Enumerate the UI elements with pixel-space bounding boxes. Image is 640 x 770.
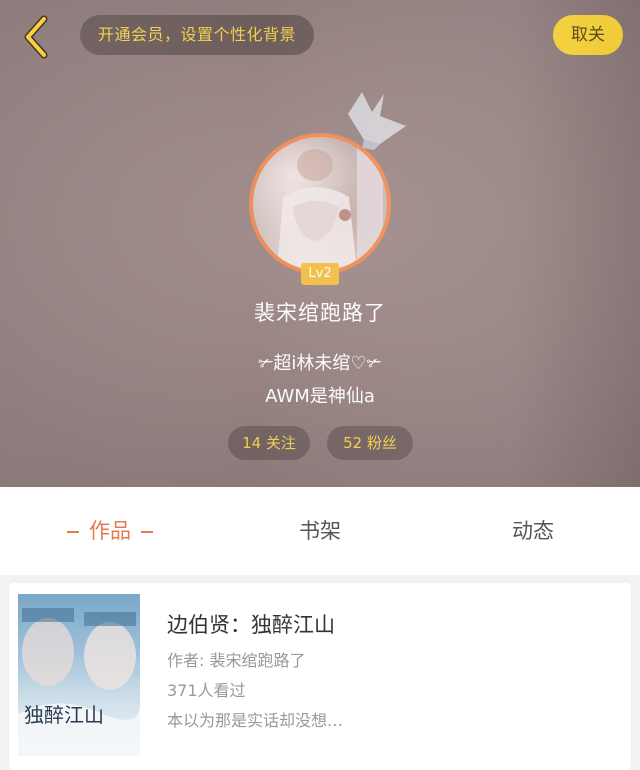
chevron-left-icon bbox=[24, 15, 48, 59]
tab-works-label: 作品 bbox=[89, 519, 131, 543]
tab-feed[interactable]: 动态 bbox=[478, 487, 588, 575]
tab-bookshelf[interactable]: 书架 bbox=[265, 487, 375, 575]
unfollow-button[interactable]: 取关 bbox=[553, 15, 623, 55]
book-cover-title: 独醉江山 bbox=[24, 703, 104, 727]
book-views: 371人看过 bbox=[167, 681, 246, 700]
tab-indicator-right bbox=[141, 531, 153, 533]
level-badge: Lv2 bbox=[301, 263, 339, 285]
book-author: 作者: 裴宋绾跑路了 bbox=[167, 651, 306, 670]
book-cover[interactable]: 独醉江山 bbox=[18, 594, 140, 756]
avatar-container[interactable] bbox=[249, 133, 393, 277]
back-button[interactable] bbox=[14, 12, 58, 62]
tab-works[interactable]: 作品 bbox=[55, 487, 165, 575]
tab-indicator-left bbox=[67, 531, 79, 533]
book-cover-art: 独醉江山 bbox=[18, 608, 140, 756]
book-description: 本以为那是实话却没想… bbox=[167, 711, 344, 730]
book-card[interactable]: 独醉江山 边伯贤：独醉江山 作者: 裴宋绾跑路了 371人看过 本以为那是实话却… bbox=[9, 583, 631, 770]
profile-tabs: 作品 书架 动态 bbox=[0, 487, 640, 575]
following-count-button[interactable]: 14 关注 bbox=[228, 426, 310, 460]
username: 裴宋绾跑路了 bbox=[254, 301, 386, 325]
book-title: 边伯贤：独醉江山 bbox=[167, 613, 335, 637]
vip-background-prompt[interactable]: 开通会员，设置个性化背景 bbox=[80, 15, 315, 55]
bio-line-1: ✃超i林未绾♡✃ bbox=[258, 353, 382, 374]
bio-line-2: AWM是神仙a bbox=[265, 386, 375, 407]
avatar-image bbox=[277, 147, 383, 271]
profile-header: 开通会员，设置个性化背景 取关 Lv2 裴宋绾跑路了 ✃超i林未绾♡✃ AWM是… bbox=[0, 0, 640, 487]
fans-count-button[interactable]: 52 粉丝 bbox=[327, 426, 413, 460]
avatar[interactable] bbox=[249, 133, 391, 275]
